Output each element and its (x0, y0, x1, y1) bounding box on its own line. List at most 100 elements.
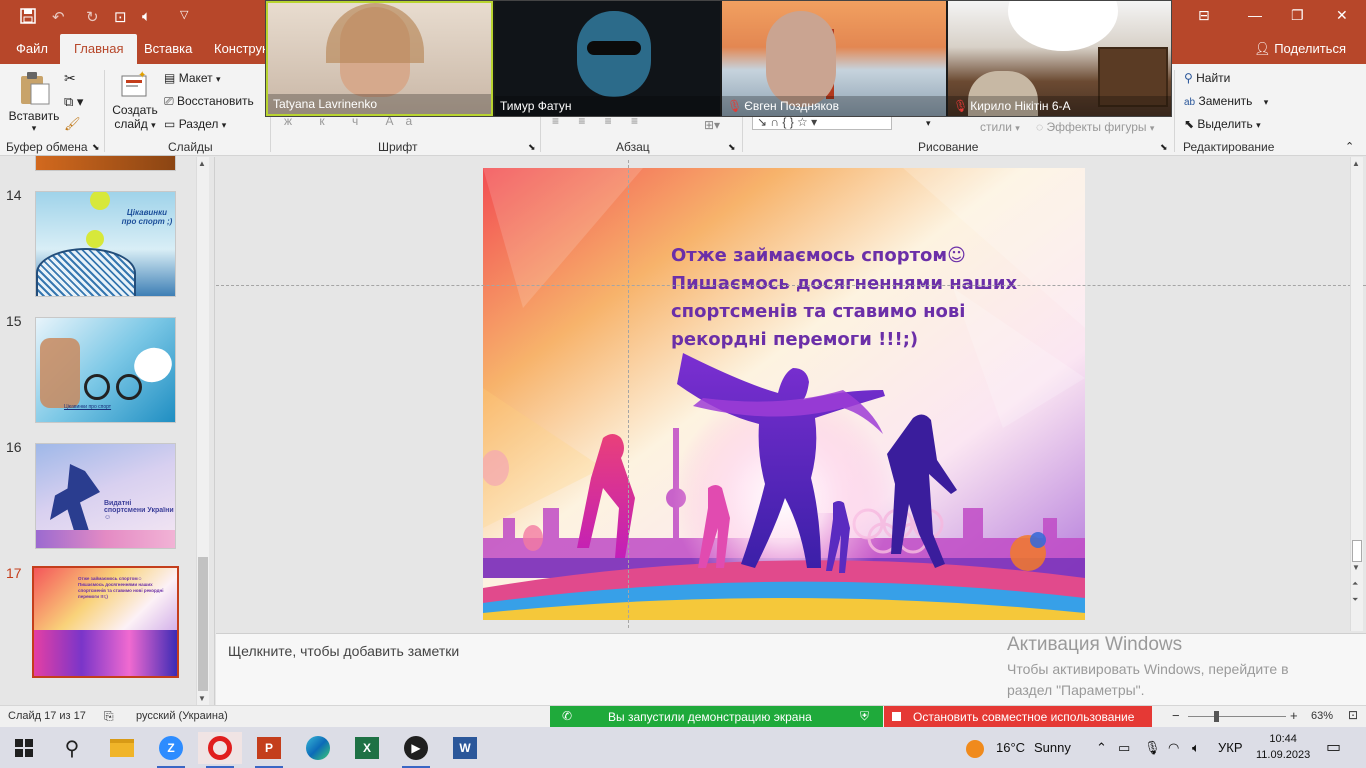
thumbnails-scrollbar[interactable]: ▲ ▼ (196, 157, 209, 705)
video-tile[interactable]: Tatyana Lavrinenko (266, 1, 493, 116)
shape-effects-button[interactable]: ◌ Эффекты фигуры ▾ (1036, 120, 1154, 134)
participant-name: Тимур Фатун (495, 96, 720, 116)
opera-icon[interactable] (198, 732, 242, 768)
slide-thumbnails-pane[interactable]: 14 Цікавинки про спорт ;) 15 Цікавинки п… (0, 155, 215, 705)
svg-text:✦: ✦ (138, 70, 146, 81)
fit-to-window-icon[interactable]: ⊡ (1348, 708, 1358, 722)
powerpoint-icon[interactable]: P (247, 732, 291, 768)
edge-icon[interactable] (296, 732, 340, 764)
collapse-ribbon-icon[interactable]: ⌃ (1345, 140, 1354, 153)
slide-thumbnail[interactable]: Видатні спортсмени України ☺ (35, 443, 176, 549)
smartart-icon[interactable]: ⊞▾ (704, 118, 720, 132)
previous-slide-icon[interactable]: ⏶ (1352, 579, 1358, 589)
chevron-down-icon[interactable]: ▾ (926, 118, 931, 129)
close-icon[interactable]: ✕ (1336, 7, 1348, 24)
replace-button[interactable]: ab Заменить ▾ (1184, 94, 1268, 108)
reset-icon: ⎚ (164, 94, 174, 108)
language-indicator[interactable]: русский (Украина) (136, 710, 228, 722)
customize-icon[interactable]: ▽ (180, 8, 188, 21)
reset-button[interactable]: ⎚ Восстановить (164, 94, 254, 109)
volume-icon[interactable]: 🔈︎ (1192, 727, 1200, 768)
thumbnail-text: Видатні спортсмени України ☺ (104, 500, 174, 521)
share-button[interactable]: 👤︎ Поделиться (1254, 41, 1346, 57)
ribbon-display-icon[interactable]: ⊟ (1198, 7, 1210, 24)
cut-icon[interactable]: ✂ (64, 70, 76, 87)
next-slide-icon[interactable]: ⏷ (1352, 595, 1358, 605)
chevron-up-icon[interactable]: ⌃ (1096, 727, 1107, 768)
scroll-up-icon[interactable]: ▲ (198, 159, 206, 168)
editor-scrollbar[interactable]: ▲ ▼ ⏶ ⏷ (1350, 157, 1363, 631)
notes-placeholder[interactable]: Щелкните, чтобы добавить заметки (228, 643, 459, 659)
zoom-level[interactable]: 63% (1311, 710, 1333, 722)
select-button[interactable]: ⬉ Выделить ▾ (1184, 117, 1261, 131)
undo-icon[interactable]: ↶ (52, 8, 65, 26)
scroll-down-icon[interactable]: ▼ (198, 694, 206, 703)
wifi-icon[interactable]: ◠ (1168, 727, 1179, 768)
save-icon[interactable] (20, 8, 36, 28)
zoom-slider-thumb[interactable] (1214, 711, 1219, 722)
current-slide[interactable]: Отже займаємось спортом☺ Пишаємось досяг… (483, 168, 1085, 620)
video-tile[interactable]: Тимур Фатун (495, 1, 720, 116)
minimize-icon[interactable]: — (1248, 7, 1262, 23)
find-label: Найти (1196, 71, 1231, 85)
section-button[interactable]: ▭ Раздел ▾ (164, 117, 226, 131)
dialog-launcher-icon[interactable]: ⬊ (528, 142, 536, 153)
slide-thumbnail-selected[interactable]: Отже займаємось спортом☺ Пишаємось досяг… (32, 566, 179, 678)
weather-temp[interactable]: 16°C (996, 727, 1025, 768)
volume-icon[interactable]: 🔈︎ (142, 8, 151, 25)
file-explorer-icon[interactable] (100, 732, 144, 764)
format-painter-icon[interactable]: 🖌︎ (64, 116, 81, 132)
maximize-icon[interactable]: ❐ (1291, 7, 1304, 24)
tab-insert[interactable]: Вставка (130, 34, 206, 64)
slide-counter[interactable]: Слайд 17 из 17 (8, 710, 86, 722)
dialog-launcher-icon[interactable]: ⬊ (92, 142, 100, 153)
vertical-guide[interactable] (628, 160, 629, 628)
layout-button[interactable]: ▤ Макет ▾ (164, 71, 221, 85)
video-tile[interactable]: 🎙︎ Євген Поздняков (722, 1, 946, 116)
replace-icon: ab (1184, 97, 1196, 108)
shield-icon: ⛨ (860, 709, 870, 723)
zoom-in-icon[interactable]: + (1290, 708, 1298, 723)
present-icon[interactable]: ⊡ (114, 8, 127, 26)
spellcheck-icon[interactable]: ⎘ (104, 709, 114, 724)
search-icon: ⚲ (1184, 71, 1193, 85)
search-icon[interactable]: ⚲ (50, 732, 94, 764)
quick-styles-button[interactable]: стили ▾ (980, 120, 1020, 134)
slide-thumbnail[interactable]: Цікавинки про спорт ;) (35, 191, 176, 297)
scrollbar-thumb[interactable] (198, 557, 208, 691)
clock[interactable]: 10:44 11.09.2023 (1256, 731, 1310, 763)
windows-start-icon[interactable] (2, 732, 46, 764)
weather-icon[interactable] (966, 727, 984, 768)
zoom-slider-track[interactable] (1188, 716, 1286, 717)
dialog-launcher-icon[interactable]: ⬊ (728, 142, 736, 153)
stop-share-button[interactable]: Остановить совместное использование (884, 706, 1152, 728)
copy-icon[interactable]: ⧉ ▾ (64, 94, 83, 110)
weather-text[interactable]: Sunny (1034, 727, 1071, 768)
screen-share-text: Вы запустили демонстрацию экрана (608, 710, 812, 724)
tennis-ball (86, 230, 104, 248)
battery-icon[interactable]: ▭ (1118, 727, 1130, 768)
zoom-icon[interactable]: Z (149, 732, 193, 768)
tab-file[interactable]: Файл (2, 34, 62, 64)
notification-icon[interactable]: ▭ (1326, 727, 1341, 768)
paste-button[interactable]: Вставить ▾ (8, 70, 60, 134)
scroll-up-icon[interactable]: ▲ (1352, 159, 1360, 168)
video-tile[interactable]: 🎙︎ Кирило Нікітін 6-А (948, 1, 1171, 116)
dialog-launcher-icon[interactable]: ⬊ (1160, 142, 1168, 153)
slide-thumbnail[interactable]: Цікавинки про спорт (35, 317, 176, 423)
slide-thumbnail[interactable] (35, 155, 176, 171)
zoom-out-icon[interactable]: − (1172, 708, 1180, 723)
input-language[interactable]: УКР (1218, 727, 1243, 768)
tab-home[interactable]: Главная (60, 34, 138, 64)
redo-icon[interactable]: ↻ (86, 8, 99, 26)
find-button[interactable]: ⚲ Найти (1184, 71, 1230, 85)
horizontal-guide[interactable] (216, 285, 1366, 286)
scroll-down-icon[interactable]: ▼ (1352, 563, 1360, 572)
new-slide-button[interactable]: ✦ Создать слайд ▾ (110, 70, 160, 131)
microphone-icon[interactable]: 🎙︎ (1144, 727, 1161, 768)
media-player-icon[interactable]: ▶ (394, 732, 438, 768)
scrollbar-thumb[interactable] (1352, 540, 1362, 562)
excel-icon[interactable]: X (345, 732, 389, 764)
slide-text-box[interactable]: Отже займаємось спортом☺ Пишаємось досяг… (671, 242, 1051, 354)
word-icon[interactable]: W (443, 732, 487, 764)
